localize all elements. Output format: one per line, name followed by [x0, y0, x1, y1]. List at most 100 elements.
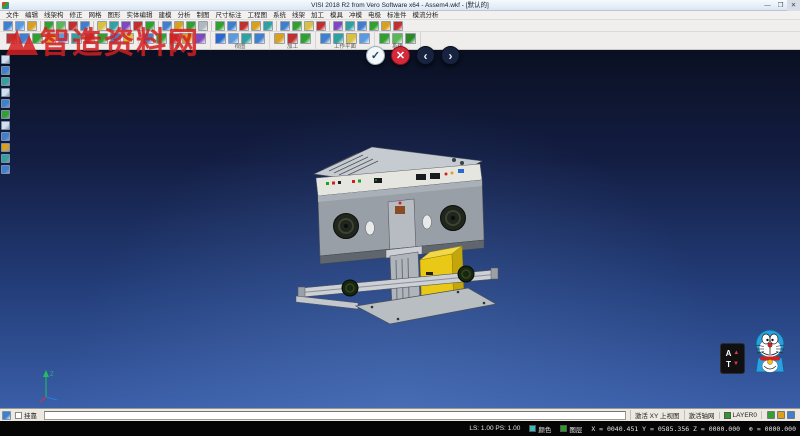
previous-button[interactable]: ‹	[416, 46, 435, 65]
snap-indicator[interactable]: 激活轴网	[684, 410, 719, 420]
toolbar-icon[interactable]	[27, 21, 37, 31]
dock-checkbox[interactable]	[15, 412, 22, 419]
menu-item-冲模[interactable]: 冲模	[346, 11, 365, 20]
menu-item-工程图[interactable]: 工程图	[245, 11, 271, 20]
status-icon[interactable]	[2, 411, 11, 420]
menu-item-模流分析[interactable]: 模流分析	[410, 11, 442, 20]
toolbar-icon[interactable]	[239, 21, 249, 31]
toolbar-icon[interactable]	[156, 33, 167, 44]
menu-item-电极[interactable]: 电极	[365, 11, 384, 20]
menu-item-制图[interactable]: 制图	[194, 11, 213, 20]
toolbar-icon[interactable]	[97, 21, 107, 31]
menu-item-实体编辑[interactable]: 实体编辑	[124, 11, 156, 20]
toolbar-icon[interactable]	[287, 33, 298, 44]
toolbar-icon[interactable]	[32, 33, 43, 44]
menu-item-网格[interactable]: 网格	[86, 11, 105, 20]
toolbar-icon[interactable]	[393, 21, 403, 31]
toolbar-icon[interactable]	[121, 21, 131, 31]
snap-toggle-icon[interactable]	[767, 411, 775, 419]
menu-item-标准件[interactable]: 标准件	[384, 11, 410, 20]
cancel-button[interactable]: ✕	[391, 46, 410, 65]
toolbar-icon[interactable]	[227, 21, 237, 31]
layer-indicator[interactable]: 图层	[560, 424, 582, 434]
toolbar-icon[interactable]	[274, 33, 285, 44]
menu-item-文件[interactable]: 文件	[3, 11, 22, 20]
toolbar-icon[interactable]	[68, 21, 78, 31]
menu-item-编辑[interactable]: 编辑	[22, 11, 41, 20]
toolbar-icon[interactable]	[300, 33, 311, 44]
toolbar-icon[interactable]	[133, 21, 143, 31]
toolbar-icon[interactable]	[143, 33, 154, 44]
toolbar-icon[interactable]	[19, 33, 30, 44]
toolbar-icon[interactable]	[241, 33, 252, 44]
next-button[interactable]: ›	[441, 46, 460, 65]
toolbar-icon[interactable]	[381, 21, 391, 31]
toolbar-icon[interactable]	[345, 21, 355, 31]
toolbar-icon[interactable]	[1, 143, 10, 152]
menu-item-加工[interactable]: 加工	[308, 11, 327, 20]
toolbar-icon[interactable]	[379, 33, 390, 44]
menu-item-分析[interactable]: 分析	[175, 11, 194, 20]
toolbar-icon[interactable]	[215, 21, 225, 31]
menu-item-建模[interactable]: 建模	[156, 11, 175, 20]
toolbar-icon[interactable]	[80, 21, 90, 31]
toolbar-icon[interactable]	[123, 33, 134, 44]
toolbar-icon[interactable]	[1, 132, 10, 141]
toolbar-icon[interactable]	[263, 21, 273, 31]
toolbar-icon[interactable]	[369, 21, 379, 31]
toolbar-icon[interactable]	[97, 33, 108, 44]
toolbar-icon[interactable]	[405, 33, 416, 44]
toolbar-icon[interactable]	[84, 33, 95, 44]
command-input[interactable]	[44, 411, 626, 420]
toolbar-icon[interactable]	[6, 33, 17, 44]
workplane-indicator[interactable]: 激活 XY 上视图	[630, 410, 684, 420]
toolbar-icon[interactable]	[304, 21, 314, 31]
layer-selector[interactable]: LAYER0	[719, 412, 761, 419]
toolbar-icon[interactable]	[169, 33, 180, 44]
menu-item-图形[interactable]: 图形	[105, 11, 124, 20]
toolbar-icon[interactable]	[182, 33, 193, 44]
toolbar-icon[interactable]	[316, 21, 326, 31]
toolbar-icon[interactable]	[195, 33, 206, 44]
toolbar-icon[interactable]	[254, 33, 265, 44]
toolbar-icon[interactable]	[215, 33, 226, 44]
toolbar-icon[interactable]	[44, 21, 54, 31]
color-indicator[interactable]: 颜色	[529, 424, 551, 434]
toolbar-icon[interactable]	[198, 21, 208, 31]
toolbar-icon[interactable]	[15, 21, 25, 31]
toolbar-icon[interactable]	[162, 21, 172, 31]
grid-toggle-icon[interactable]	[777, 411, 785, 419]
toolbar-icon[interactable]	[280, 21, 290, 31]
toolbar-icon[interactable]	[357, 21, 367, 31]
toolbar-icon[interactable]	[109, 21, 119, 31]
menu-item-线架[interactable]: 线架	[289, 11, 308, 20]
toolbar-icon[interactable]	[186, 21, 196, 31]
menu-item-尺寸标注[interactable]: 尺寸标注	[213, 11, 245, 20]
close-button[interactable]: ✕	[787, 0, 800, 11]
toolbar-icon[interactable]	[1, 110, 10, 119]
menu-item-系统[interactable]: 系统	[270, 11, 289, 20]
toolbar-icon[interactable]	[1, 154, 10, 163]
toolbar-icon[interactable]	[228, 33, 239, 44]
toolbar-icon[interactable]	[58, 33, 69, 44]
annotation-mini-panel[interactable]: A▲ T▼	[720, 343, 745, 374]
toolbar-icon[interactable]	[1, 88, 10, 97]
toolbar-icon[interactable]	[392, 33, 403, 44]
toolbar-icon[interactable]	[346, 33, 357, 44]
toolbar-icon[interactable]	[1, 165, 10, 174]
menu-item-模具[interactable]: 模具	[327, 11, 346, 20]
toolbar-icon[interactable]	[1, 55, 10, 64]
toolbar-icon[interactable]	[251, 21, 261, 31]
minimize-button[interactable]: —	[761, 0, 774, 11]
toolbar-icon[interactable]	[333, 33, 344, 44]
toolbar-icon[interactable]	[110, 33, 121, 44]
ortho-toggle-icon[interactable]	[787, 411, 795, 419]
menu-item-线架构[interactable]: 线架构	[41, 11, 67, 20]
toolbar-icon[interactable]	[71, 33, 82, 44]
toolbar-icon[interactable]	[333, 21, 343, 31]
toolbar-icon[interactable]	[145, 21, 155, 31]
toolbar-icon[interactable]	[292, 21, 302, 31]
toolbar-icon[interactable]	[45, 33, 56, 44]
toolbar-icon[interactable]	[359, 33, 370, 44]
toolbar-icon[interactable]	[1, 77, 10, 86]
